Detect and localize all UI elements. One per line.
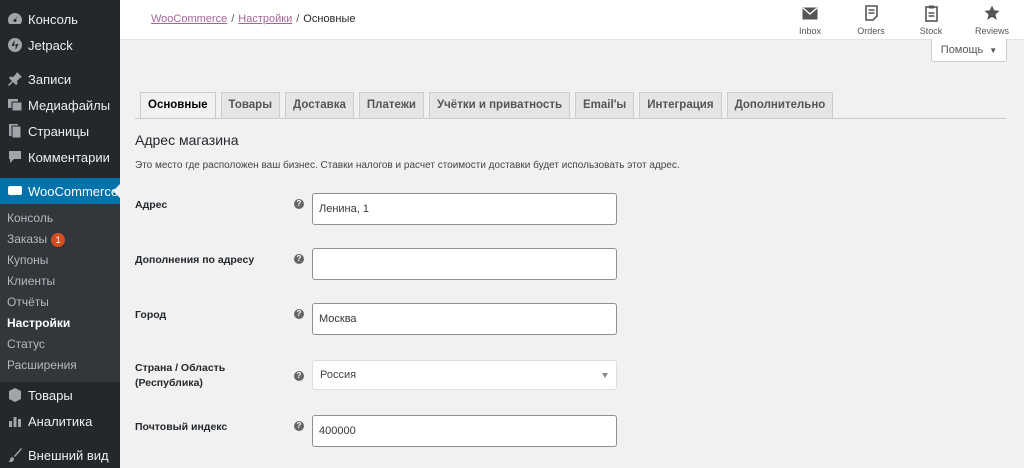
- admin-sidebar: Консоль Jetpack Записи Медиафайлы Страни…: [0, 0, 120, 468]
- help-tip-icon[interactable]: ?: [294, 254, 304, 264]
- menu-label: Консоль: [28, 11, 78, 27]
- stock-button[interactable]: Stock: [911, 4, 951, 36]
- reviews-button[interactable]: Reviews: [972, 4, 1012, 36]
- help-tip-icon[interactable]: ?: [294, 371, 304, 381]
- jetpack-icon: [5, 35, 25, 55]
- breadcrumb-separator: /: [296, 13, 300, 25]
- tab-emails[interactable]: Email'ы: [575, 92, 635, 119]
- submenu-item-customers[interactable]: Клиенты: [0, 271, 120, 292]
- tab-accounts-privacy[interactable]: Учётки и приватность: [428, 92, 571, 119]
- menu-label: Комментарии: [28, 149, 110, 165]
- breadcrumb-settings-link[interactable]: Настройки: [238, 13, 292, 25]
- select-caret-icon: [602, 373, 608, 378]
- tab-integration[interactable]: Интеграция: [639, 92, 722, 119]
- orders-icon: [851, 4, 891, 22]
- menu-woocommerce[interactable]: WooCommerce: [0, 178, 120, 204]
- address-input[interactable]: [312, 193, 617, 225]
- submenu-item-console[interactable]: Консоль: [0, 208, 120, 229]
- help-tip-icon[interactable]: ?: [294, 421, 304, 431]
- woocommerce-icon: [5, 181, 25, 201]
- settings-tabs: Основные Товары Доставка Платежи Учётки …: [140, 92, 838, 119]
- country-selected-value: Россия: [320, 369, 357, 381]
- help-tip-icon[interactable]: ?: [294, 309, 304, 319]
- caret-down-icon: ▼: [989, 45, 998, 55]
- menu-appearance[interactable]: Внешний вид: [0, 442, 120, 468]
- menu-label: WooCommerce: [28, 183, 119, 199]
- menu-label: Страницы: [28, 123, 90, 139]
- section-description: Это место где расположен ваш бизнес. Ста…: [135, 160, 680, 171]
- products-icon: [5, 385, 25, 405]
- tabs-divider: [135, 118, 1006, 119]
- help-tip-icon[interactable]: ?: [294, 199, 304, 209]
- submenu-item-settings[interactable]: Настройки: [0, 313, 120, 334]
- help-button[interactable]: Помощь ▼: [931, 39, 1007, 62]
- menu-label: Медиафайлы: [28, 97, 111, 113]
- menu-console[interactable]: Консоль: [0, 6, 120, 32]
- address-label: Адрес: [135, 199, 168, 211]
- menu-posts[interactable]: Записи: [0, 66, 120, 92]
- orders-label: Orders: [857, 26, 885, 36]
- address2-label: Дополнения по адресу: [135, 254, 255, 266]
- woocommerce-submenu: Консоль Заказы 1 Купоны Клиенты Отчёты На…: [0, 204, 120, 382]
- inbox-label: Inbox: [798, 26, 822, 36]
- breadcrumb-woocommerce-link[interactable]: WooCommerce: [151, 13, 227, 25]
- country-label: Страна / Область (Республика): [135, 362, 226, 389]
- tab-general[interactable]: Основные: [140, 92, 216, 119]
- menu-analytics[interactable]: Аналитика: [0, 408, 120, 434]
- country-select[interactable]: Россия: [312, 360, 617, 390]
- tab-shipping[interactable]: Доставка: [285, 92, 354, 119]
- pin-icon: [5, 69, 25, 89]
- submenu-item-orders[interactable]: Заказы 1: [0, 229, 120, 250]
- dashboard-icon: [5, 9, 25, 29]
- menu-products[interactable]: Товары: [0, 382, 120, 408]
- star-icon: [972, 4, 1012, 22]
- address2-input[interactable]: [312, 248, 617, 280]
- menu-label: Внешний вид: [28, 447, 109, 463]
- menu-label: Записи: [28, 71, 72, 87]
- menu-jetpack[interactable]: Jetpack: [0, 32, 120, 58]
- help-label: Помощь: [940, 44, 984, 56]
- section-title: Адрес магазина: [135, 132, 239, 148]
- submenu-item-coupons[interactable]: Купоны: [0, 250, 120, 271]
- menu-label: Товары: [28, 387, 73, 403]
- menu-label: Jetpack: [28, 37, 73, 53]
- pages-icon: [5, 121, 25, 141]
- menu-media[interactable]: Медиафайлы: [0, 92, 120, 118]
- orders-button[interactable]: Orders: [851, 4, 891, 36]
- submenu-item-extensions[interactable]: Расширения: [0, 355, 120, 376]
- orders-count-badge: 1: [51, 232, 66, 247]
- inbox-button[interactable]: Inbox: [790, 4, 830, 36]
- inbox-icon: [790, 4, 830, 22]
- tab-payments[interactable]: Платежи: [358, 92, 424, 119]
- media-icon: [5, 95, 25, 115]
- city-label: Город: [135, 309, 167, 321]
- appearance-icon: [5, 445, 25, 465]
- breadcrumb-current: Основные: [303, 13, 356, 25]
- comments-icon: [5, 147, 25, 167]
- analytics-icon: [5, 411, 25, 431]
- postcode-input[interactable]: [312, 415, 617, 447]
- menu-comments[interactable]: Комментарии: [0, 144, 120, 170]
- menu-label: Аналитика: [28, 413, 93, 429]
- breadcrumb: WooCommerce / Настройки / Основные: [151, 13, 355, 25]
- woocommerce-header: WooCommerce / Настройки / Основные Inbox Ord…: [120, 0, 1024, 40]
- city-input[interactable]: [312, 303, 617, 335]
- breadcrumb-separator: /: [231, 13, 235, 25]
- reviews-label: Reviews: [974, 26, 1009, 36]
- tab-products[interactable]: Товары: [220, 92, 281, 119]
- submenu-item-reports[interactable]: Отчёты: [0, 292, 120, 313]
- stock-icon: [911, 4, 951, 22]
- menu-pages[interactable]: Страницы: [0, 118, 120, 144]
- postcode-label: Почтовый индекс: [135, 421, 228, 433]
- submenu-item-status[interactable]: Статус: [0, 334, 120, 355]
- tab-advanced[interactable]: Дополнительно: [726, 92, 834, 119]
- stock-label: Stock: [919, 26, 943, 36]
